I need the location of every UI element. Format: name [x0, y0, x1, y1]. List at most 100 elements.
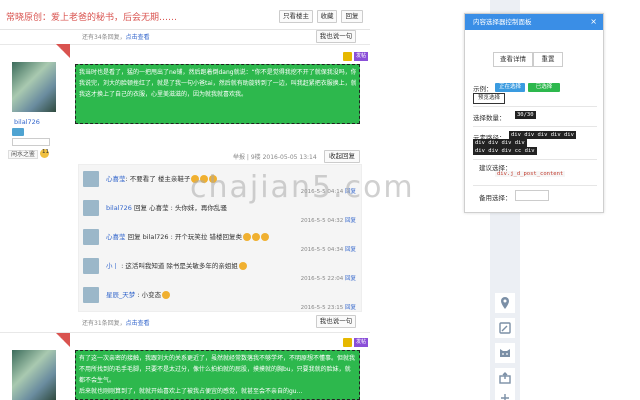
divider [473, 126, 597, 127]
reply-text: 星辰_天梦 : 小变态 [106, 289, 171, 299]
share-icon[interactable] [495, 368, 515, 388]
reply-body: 回复 bilal726 : 开个玩笑拉 错楼回复类 [125, 233, 242, 241]
more-replies-count: 还有34条回复， [82, 34, 126, 41]
emoji-icon [242, 233, 251, 241]
fans-label[interactable]: 闲水之鉴 [8, 150, 39, 159]
reply-avatar[interactable] [83, 200, 99, 216]
post-line: 后来就也刚刚算到了，就就开始喜欢上了被我占便宜的感觉，就甚至会不亲自的gu... [79, 388, 303, 395]
reply-body: : 不要看了 楼主亲鞋子 [125, 175, 191, 183]
divider [473, 106, 597, 107]
add-reply-button[interactable]: 我也说一句 [316, 315, 356, 328]
avatar[interactable] [12, 350, 56, 400]
reply-item: 小丨 : 这活叫我知道 除书是关敏多年的亲姐姐 2016-5-5 22:04 回复 [78, 254, 362, 284]
more-replies-count: 还有31条回复， [82, 320, 126, 327]
reply-body: 回复 心喜莹 : 头你妹，再你乱骚 [131, 204, 227, 212]
floor-number: 9楼 [250, 154, 261, 161]
reply-text: 小丨 : 这活叫我知道 除书是关敏多年的亲姐姐 [106, 260, 247, 270]
reply-avatar[interactable] [83, 258, 99, 274]
reply-author[interactable]: bilal726 [106, 204, 132, 212]
emoji-icon [260, 233, 269, 241]
reply-time: 2016-5-5 04:32 [300, 218, 344, 224]
reply-time: 2016-5-5 23:15 [300, 305, 344, 311]
reply-author[interactable]: 心喜莹 [106, 175, 126, 183]
crown-icon [343, 52, 352, 61]
watermark-text: chajian5.com [190, 170, 415, 205]
reply-text: 心喜莹 回复 bilal726 : 开个玩笑拉 错楼回复类 [106, 231, 269, 241]
location-icon[interactable] [495, 293, 515, 313]
element-path-code: div div div div [473, 139, 527, 147]
reset-button[interactable]: 重置 [533, 52, 563, 67]
reply-button[interactable]: 回复 [341, 10, 363, 23]
selected-pill[interactable]: 已选择 [528, 83, 560, 92]
report-link[interactable]: 举报 [233, 154, 245, 161]
more-replies-link[interactable]: 点击查看 [126, 34, 150, 41]
reply-link[interactable]: 回复 [345, 305, 356, 311]
fans-count: 11 [42, 149, 49, 155]
post-datetime: 2016-05-05 13:14 [262, 154, 317, 161]
selector-control-panel: 内容选择器控制面板 × 查看详情 重置 示例： 正在选择 已选择 预览选择 选择… [464, 13, 604, 213]
reply-avatar[interactable] [83, 287, 99, 303]
post-content-selected[interactable]: 我当时也是看了，猛的一把甩出了ne铺，然后跑着倒dang就说：“你不是觉得我挖不… [75, 64, 360, 124]
selecting-pill[interactable]: 正在选择 [495, 83, 525, 92]
view-detail-button[interactable]: 查看详情 [493, 52, 533, 67]
preview-selection-button[interactable]: 预览选择 [473, 93, 505, 104]
more-replies-mid: 还有31条回复，点击查看 [82, 318, 150, 327]
reply-author[interactable]: 星辰_天梦 [106, 291, 135, 299]
plus-icon[interactable] [495, 388, 515, 400]
reply-avatar[interactable] [83, 229, 99, 245]
author-name[interactable]: bilal726 [14, 118, 40, 126]
reply-link[interactable]: 回复 [345, 247, 356, 253]
reply-body: : 小变态 [135, 291, 162, 299]
post-type-tag: 发帖 [354, 338, 368, 347]
post-line: 我说完，刘大的脸顿挫红了，就是了我一句小爸tai，然后就有助旋转到了一边，叫我赶… [79, 80, 356, 87]
emoji-icon [238, 262, 247, 270]
post-content-selected[interactable]: 有了这一次亲密的接触，我跟刘大的关系更近了，虽然就经常数落我不够学坏，不明原想不… [75, 350, 360, 400]
reply-author[interactable]: 心喜莹 [106, 233, 126, 241]
selected-count-value: 30/30 [515, 111, 536, 119]
close-icon[interactable]: × [590, 17, 597, 27]
crown-icon [343, 338, 352, 347]
reply-time: 2016-5-5 04:34 [300, 247, 344, 253]
post-line: 我当时也是看了，猛的一把甩出了ne铺，然后跑着倒dang就说：“你不是觉得我挖不… [79, 69, 356, 76]
reply-item: 心喜莹 回复 bilal726 : 开个玩笑拉 错楼回复类 2016-5-5 04… [78, 225, 362, 255]
page: 常晓原创：爱上老爸的秘书，后会无期…… 只看楼主 收藏 回复 还有34条回复，点… [0, 0, 640, 400]
reply-time: 2016-5-5 22:04 [300, 276, 344, 282]
reply-link[interactable]: 回复 [345, 276, 356, 282]
reply-body: : 这活叫我知道 除书是关敏多年的亲姐姐 [119, 262, 238, 270]
divider [473, 185, 597, 186]
reply-meta: 2016-5-5 04:32 回复 [301, 216, 356, 224]
reply-link[interactable]: 回复 [345, 218, 356, 224]
more-replies-link[interactable]: 点击查看 [126, 320, 150, 327]
collapse-replies-button[interactable]: 收起回复 [324, 150, 360, 163]
element-path-code: div div div div div [509, 131, 576, 139]
post-footer: 举报 | 9楼 2016-05-05 13:14 [233, 154, 317, 161]
member-badge-icon [12, 128, 24, 136]
add-reply-button[interactable]: 我也说一句 [316, 30, 356, 43]
level-box [12, 138, 50, 146]
cat-face-icon[interactable] [495, 343, 515, 363]
avatar[interactable] [12, 62, 56, 112]
reply-meta: 2016-5-5 23:15 回复 [301, 303, 356, 311]
backup-label: 备用选择： [479, 194, 512, 202]
feedback-icon[interactable] [495, 318, 515, 338]
panel-title: 内容选择器控制面板 [465, 14, 603, 30]
reply-meta: 2016-5-5 22:04 回复 [301, 274, 356, 282]
post-line: 我这才换上了自己的衣服，心里美滋滋的，因为就我就喜欢我。 [79, 91, 248, 98]
thread-title: 常晓原创：爱上老爸的秘书，后会无期…… [6, 13, 178, 23]
reply-author[interactable]: 小丨 [106, 262, 119, 270]
only-op-button[interactable]: 只看楼主 [279, 10, 313, 23]
emoji-icon [251, 233, 260, 241]
mode-label: 示例： [473, 85, 493, 93]
more-replies-top: 还有34条回复，点击查看 [82, 32, 150, 41]
thread-header: 常晓原创：爱上老爸的秘书，后会无期…… 只看楼主 收藏 回复 [0, 0, 370, 30]
divider [473, 159, 597, 160]
reply-item: 星辰_天梦 : 小变态 2016-5-5 23:15 回复 [78, 283, 362, 313]
favorite-button[interactable]: 收藏 [317, 10, 337, 23]
suggest-value[interactable]: div.j_d_post_content [495, 171, 566, 177]
backup-input[interactable] [515, 190, 549, 201]
reply-avatar[interactable] [83, 171, 99, 187]
reply-meta: 2016-5-5 04:34 回复 [301, 245, 356, 253]
selected-count-label: 选择数量： [473, 114, 506, 122]
emoji-icon [162, 291, 171, 299]
element-path-code: div div div cc div [473, 147, 537, 155]
